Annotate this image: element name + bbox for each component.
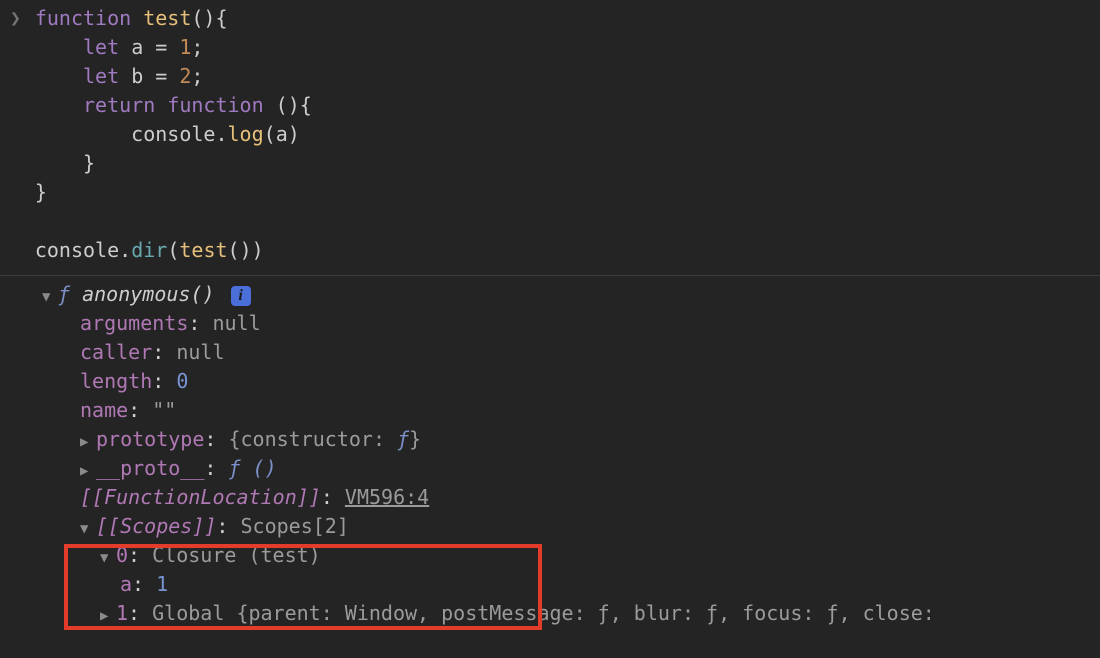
expand-arrow-icon[interactable] bbox=[80, 432, 96, 452]
source-link[interactable]: VM596:4 bbox=[345, 485, 429, 509]
brace: { bbox=[228, 427, 240, 451]
expand-arrow-icon[interactable] bbox=[42, 287, 58, 307]
paren: ( bbox=[167, 238, 179, 262]
closure-var-row[interactable]: a: 1 bbox=[42, 570, 1100, 599]
arg: a bbox=[276, 122, 288, 146]
prop-value: null bbox=[176, 340, 224, 364]
punct: = bbox=[143, 64, 179, 88]
function-symbol: ƒ bbox=[58, 282, 82, 306]
prop-value: ƒ bbox=[397, 427, 409, 451]
prop-key: constructor bbox=[241, 427, 373, 451]
scope-row[interactable]: 0: Closure (test) bbox=[42, 541, 1100, 570]
console-input-row: ❯ function test(){ let a = 1; let b = 2;… bbox=[0, 4, 1100, 265]
keyword: return bbox=[83, 93, 155, 117]
keyword: function bbox=[167, 93, 263, 117]
info-icon[interactable]: i bbox=[231, 286, 251, 306]
number: 2 bbox=[179, 64, 191, 88]
punct: = bbox=[143, 35, 179, 59]
punct: . bbox=[215, 122, 227, 146]
console-panel: ❯ function test(){ let a = 1; let b = 2;… bbox=[0, 0, 1100, 628]
prop-key: __proto__ bbox=[96, 456, 204, 480]
property-row[interactable]: length: 0 bbox=[42, 367, 1100, 396]
punct: ; bbox=[191, 64, 203, 88]
number: 1 bbox=[179, 35, 191, 59]
property-row[interactable]: [[Scopes]]: Scopes[2] bbox=[42, 512, 1100, 541]
code-input[interactable]: function test(){ let a = 1; let b = 2; r… bbox=[35, 4, 312, 265]
colon: : bbox=[216, 514, 240, 538]
function-name: anonymous() bbox=[82, 282, 214, 306]
paren: ) bbox=[288, 122, 300, 146]
method: dir bbox=[131, 238, 167, 262]
colon: : bbox=[128, 543, 152, 567]
colon: : bbox=[188, 311, 212, 335]
property-row[interactable]: __proto__: ƒ () bbox=[42, 454, 1100, 483]
prop-key: length bbox=[80, 369, 152, 393]
brace: } bbox=[409, 427, 421, 451]
prop-key: name bbox=[80, 398, 128, 422]
punct: ; bbox=[191, 35, 203, 59]
paren: ( bbox=[264, 122, 276, 146]
method: log bbox=[228, 122, 264, 146]
internal-key: [[FunctionLocation]] bbox=[80, 485, 321, 509]
keyword: function bbox=[35, 6, 131, 30]
property-row[interactable]: arguments: null bbox=[42, 309, 1100, 338]
console-prompt-icon: ❯ bbox=[10, 4, 21, 32]
colon: : bbox=[373, 427, 397, 451]
object: console bbox=[35, 238, 119, 262]
paren: ()) bbox=[228, 238, 264, 262]
var-key: a bbox=[120, 572, 132, 596]
identifier: b bbox=[131, 64, 143, 88]
brace: } bbox=[35, 151, 95, 175]
scope-preview: {parent: Window, postMessage: ƒ, blur: ƒ… bbox=[236, 601, 934, 625]
internal-key: [[Scopes]] bbox=[96, 514, 216, 538]
expand-arrow-icon[interactable] bbox=[80, 461, 96, 481]
prop-value: "" bbox=[152, 398, 176, 422]
object-header[interactable]: ƒ anonymous() i bbox=[42, 280, 1100, 309]
punct: . bbox=[119, 238, 131, 262]
keyword: let bbox=[83, 35, 119, 59]
scope-row[interactable]: 1: Global {parent: Window, postMessage: … bbox=[42, 599, 1100, 628]
prop-value: 0 bbox=[176, 369, 188, 393]
colon: : bbox=[204, 456, 228, 480]
scope-index: 0 bbox=[116, 543, 128, 567]
prop-key: arguments bbox=[80, 311, 188, 335]
prop-value: ƒ () bbox=[228, 456, 276, 480]
expand-arrow-icon[interactable] bbox=[80, 519, 96, 539]
identifier: a bbox=[131, 35, 143, 59]
call: test bbox=[179, 238, 227, 262]
paren: (){ bbox=[264, 93, 312, 117]
brace: } bbox=[35, 180, 47, 204]
prop-value: null bbox=[212, 311, 260, 335]
colon: : bbox=[321, 485, 345, 509]
colon: : bbox=[128, 398, 152, 422]
colon: : bbox=[204, 427, 228, 451]
property-row[interactable]: name: "" bbox=[42, 396, 1100, 425]
scope-label: Closure (test) bbox=[152, 543, 321, 567]
colon: : bbox=[152, 369, 176, 393]
colon: : bbox=[132, 572, 156, 596]
var-value: 1 bbox=[156, 572, 168, 596]
expand-arrow-icon[interactable] bbox=[100, 548, 116, 568]
scope-label: Global bbox=[152, 601, 236, 625]
property-row[interactable]: [[FunctionLocation]]: VM596:4 bbox=[42, 483, 1100, 512]
console-output: ƒ anonymous() i arguments: null caller: … bbox=[0, 276, 1100, 628]
property-row[interactable]: caller: null bbox=[42, 338, 1100, 367]
colon: : bbox=[152, 340, 176, 364]
prop-key: caller bbox=[80, 340, 152, 364]
paren: (){ bbox=[191, 6, 227, 30]
function-name: test bbox=[143, 6, 191, 30]
keyword: let bbox=[83, 64, 119, 88]
property-row[interactable]: prototype: {constructor: ƒ} bbox=[42, 425, 1100, 454]
object: console bbox=[131, 122, 215, 146]
prop-value: Scopes[2] bbox=[241, 514, 349, 538]
scope-index: 1 bbox=[116, 601, 128, 625]
prop-key: prototype bbox=[96, 427, 204, 451]
expand-arrow-icon[interactable] bbox=[100, 606, 116, 626]
colon: : bbox=[128, 601, 152, 625]
